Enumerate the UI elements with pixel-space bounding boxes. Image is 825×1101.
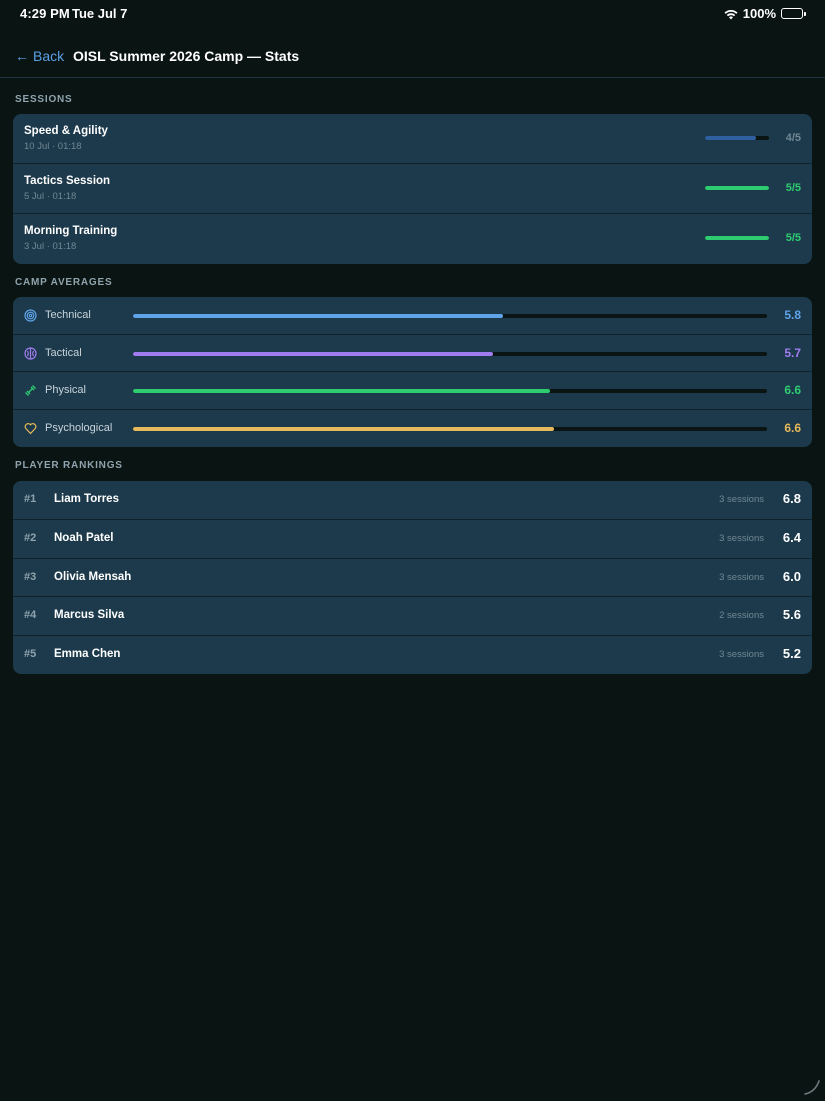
ranking-row[interactable]: #5 Emma Chen 3 sessions 5.2 xyxy=(13,636,812,674)
average-bar xyxy=(133,427,767,431)
wifi-icon xyxy=(724,8,738,19)
average-value: 5.8 xyxy=(784,308,801,322)
rankings-card: #1 Liam Torres 3 sessions 6.8 #2 Noah Pa… xyxy=(13,481,812,674)
rank-number: #5 xyxy=(24,648,36,660)
page-title: OISL Summer 2026 Camp — Stats xyxy=(73,48,299,64)
status-time: 4:29 PM xyxy=(20,6,70,21)
average-bar xyxy=(133,314,767,318)
player-score: 5.2 xyxy=(783,646,801,661)
averages-card: Technical 5.8 Tactical 5.7 Physical 6.6 … xyxy=(13,297,812,447)
back-label: Back xyxy=(33,48,64,64)
average-label: Physical xyxy=(45,384,86,396)
status-indicators: 100% xyxy=(724,6,803,21)
average-row-psychological: Psychological 6.6 xyxy=(13,410,812,448)
average-value: 6.6 xyxy=(784,421,801,435)
session-progress-bar xyxy=(705,136,769,140)
dumbbell-icon xyxy=(24,384,37,397)
average-value: 5.7 xyxy=(784,346,801,360)
player-name: Olivia Mensah xyxy=(54,571,131,583)
rankings-header: PLAYER RANKINGS xyxy=(15,460,123,471)
player-name: Noah Patel xyxy=(54,532,113,544)
session-date: 10 Jul · 01:18 xyxy=(24,141,82,152)
averages-header: CAMP AVERAGES xyxy=(15,277,112,288)
rank-number: #4 xyxy=(24,609,36,621)
ranking-row[interactable]: #4 Marcus Silva 2 sessions 5.6 xyxy=(13,597,812,636)
average-label: Technical xyxy=(45,309,91,321)
player-name: Marcus Silva xyxy=(54,609,124,621)
rank-number: #1 xyxy=(24,493,36,505)
ranking-row[interactable]: #2 Noah Patel 3 sessions 6.4 xyxy=(13,520,812,559)
back-button[interactable]: ← Back xyxy=(15,48,64,64)
brain-icon xyxy=(24,347,37,360)
target-icon xyxy=(24,309,37,322)
nav-bar: ← Back OISL Summer 2026 Camp — Stats xyxy=(0,40,825,78)
player-name: Emma Chen xyxy=(54,648,120,660)
session-name: Speed & Agility xyxy=(24,125,108,137)
average-bar-fill xyxy=(133,427,554,431)
session-progress-fill xyxy=(705,236,769,240)
average-bar xyxy=(133,389,767,393)
average-bar-fill xyxy=(133,314,503,318)
average-row-technical: Technical 5.8 xyxy=(13,297,812,335)
player-sessions: 3 sessions xyxy=(719,494,764,505)
session-progress-fill xyxy=(705,186,769,190)
player-name: Liam Torres xyxy=(54,493,119,505)
status-date: Tue Jul 7 xyxy=(72,6,127,21)
session-date: 3 Jul · 01:18 xyxy=(24,241,76,252)
session-name: Morning Training xyxy=(24,225,117,237)
session-attendance: 4/5 xyxy=(786,132,801,144)
average-bar xyxy=(133,352,767,356)
rank-number: #2 xyxy=(24,532,36,544)
sessions-header: SESSIONS xyxy=(15,94,73,105)
arrow-left-icon: ← xyxy=(15,48,29,64)
session-row[interactable]: Speed & Agility 10 Jul · 01:18 4/5 xyxy=(13,114,812,164)
sessions-card: Speed & Agility 10 Jul · 01:18 4/5 Tacti… xyxy=(13,114,812,264)
rank-number: #3 xyxy=(24,571,36,583)
heart-icon xyxy=(24,422,37,435)
session-name: Tactics Session xyxy=(24,175,110,187)
session-row[interactable]: Tactics Session 5 Jul · 01:18 5/5 xyxy=(13,164,812,214)
battery-icon xyxy=(781,8,803,19)
session-progress-fill xyxy=(705,136,756,140)
session-date: 5 Jul · 01:18 xyxy=(24,191,76,202)
average-label: Psychological xyxy=(45,422,112,434)
player-score: 6.4 xyxy=(783,530,801,545)
session-row[interactable]: Morning Training 3 Jul · 01:18 5/5 xyxy=(13,214,812,264)
average-bar-fill xyxy=(133,389,550,393)
player-score: 6.0 xyxy=(783,569,801,584)
average-row-physical: Physical 6.6 xyxy=(13,372,812,410)
status-bar: 4:29 PM Tue Jul 7 100% xyxy=(0,0,825,28)
player-score: 5.6 xyxy=(783,607,801,622)
ranking-row[interactable]: #1 Liam Torres 3 sessions 6.8 xyxy=(13,481,812,520)
player-sessions: 3 sessions xyxy=(719,649,764,660)
session-attendance: 5/5 xyxy=(786,182,801,194)
average-value: 6.6 xyxy=(784,383,801,397)
average-row-tactical: Tactical 5.7 xyxy=(13,335,812,373)
player-sessions: 2 sessions xyxy=(719,610,764,621)
ranking-row[interactable]: #3 Olivia Mensah 3 sessions 6.0 xyxy=(13,559,812,598)
session-attendance: 5/5 xyxy=(786,232,801,244)
session-progress-bar xyxy=(705,236,769,240)
player-score: 6.8 xyxy=(783,491,801,506)
player-sessions: 3 sessions xyxy=(719,572,764,583)
player-sessions: 3 sessions xyxy=(719,533,764,544)
session-progress-bar xyxy=(705,186,769,190)
battery-percent: 100% xyxy=(743,6,776,21)
average-bar-fill xyxy=(133,352,493,356)
resize-handle-icon xyxy=(803,1078,821,1096)
average-label: Tactical xyxy=(45,347,82,359)
